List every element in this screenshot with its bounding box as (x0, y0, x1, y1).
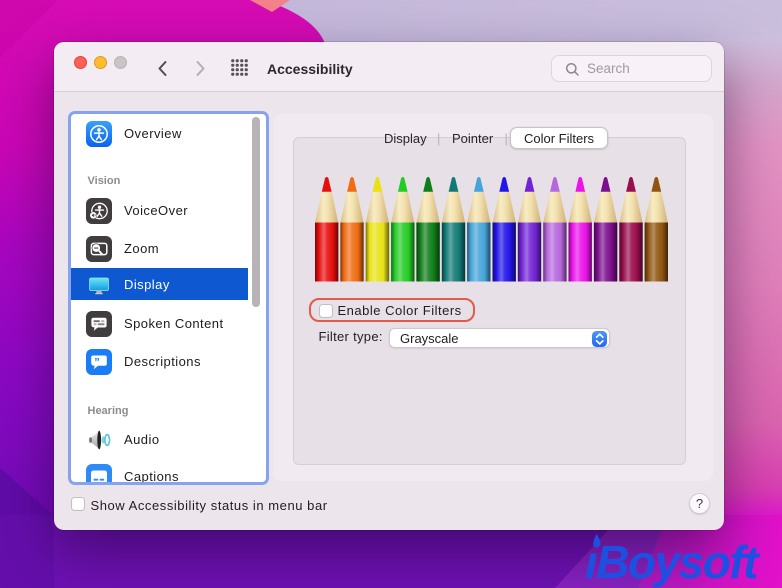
svg-text:ıBoysoft: ıBoysoft (585, 536, 760, 588)
